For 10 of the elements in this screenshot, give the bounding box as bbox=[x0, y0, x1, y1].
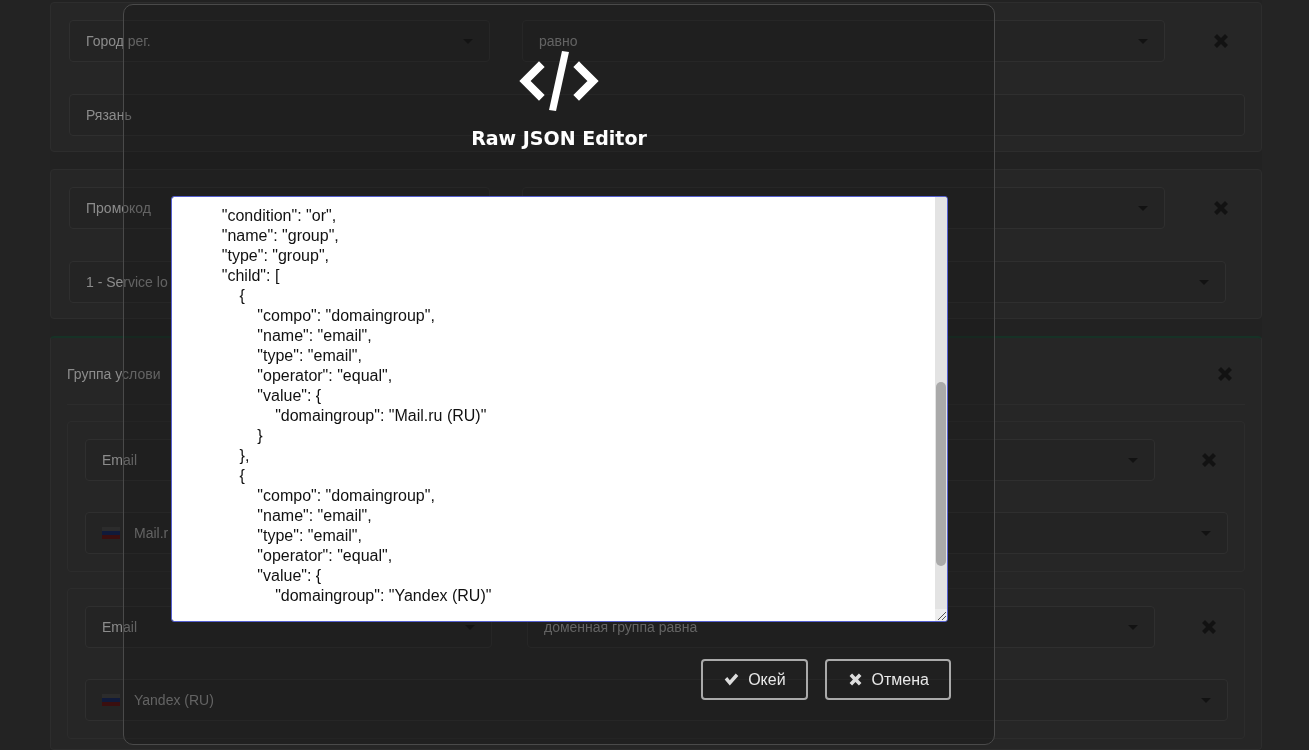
check-icon bbox=[723, 671, 741, 688]
cancel-button[interactable]: Отмена bbox=[824, 659, 951, 700]
scrollbar[interactable] bbox=[935, 197, 947, 609]
ok-button[interactable]: Окей bbox=[701, 659, 808, 700]
json-editor[interactable]: "condition": "or", "name": "group", "type": "group", "child": [ { "compo": "domaingroup", "name": "email", "type": "email", "operator": "equal", "value": { "domaingroup": "Mail.ru (RU)" } }, { "compo": "domaingroup", "name": "email", "type": "email", "operator": "equal", "value": { "domaingroup": "Yandex (RU)" bbox=[171, 196, 948, 622]
operator-select[interactable]: равно bbox=[522, 20, 1165, 62]
code-icon bbox=[519, 49, 599, 113]
field-select[interactable]: Город рег. bbox=[69, 20, 490, 62]
resize-grip-icon[interactable] bbox=[935, 609, 947, 621]
group-title: Группа услови bbox=[67, 366, 161, 382]
